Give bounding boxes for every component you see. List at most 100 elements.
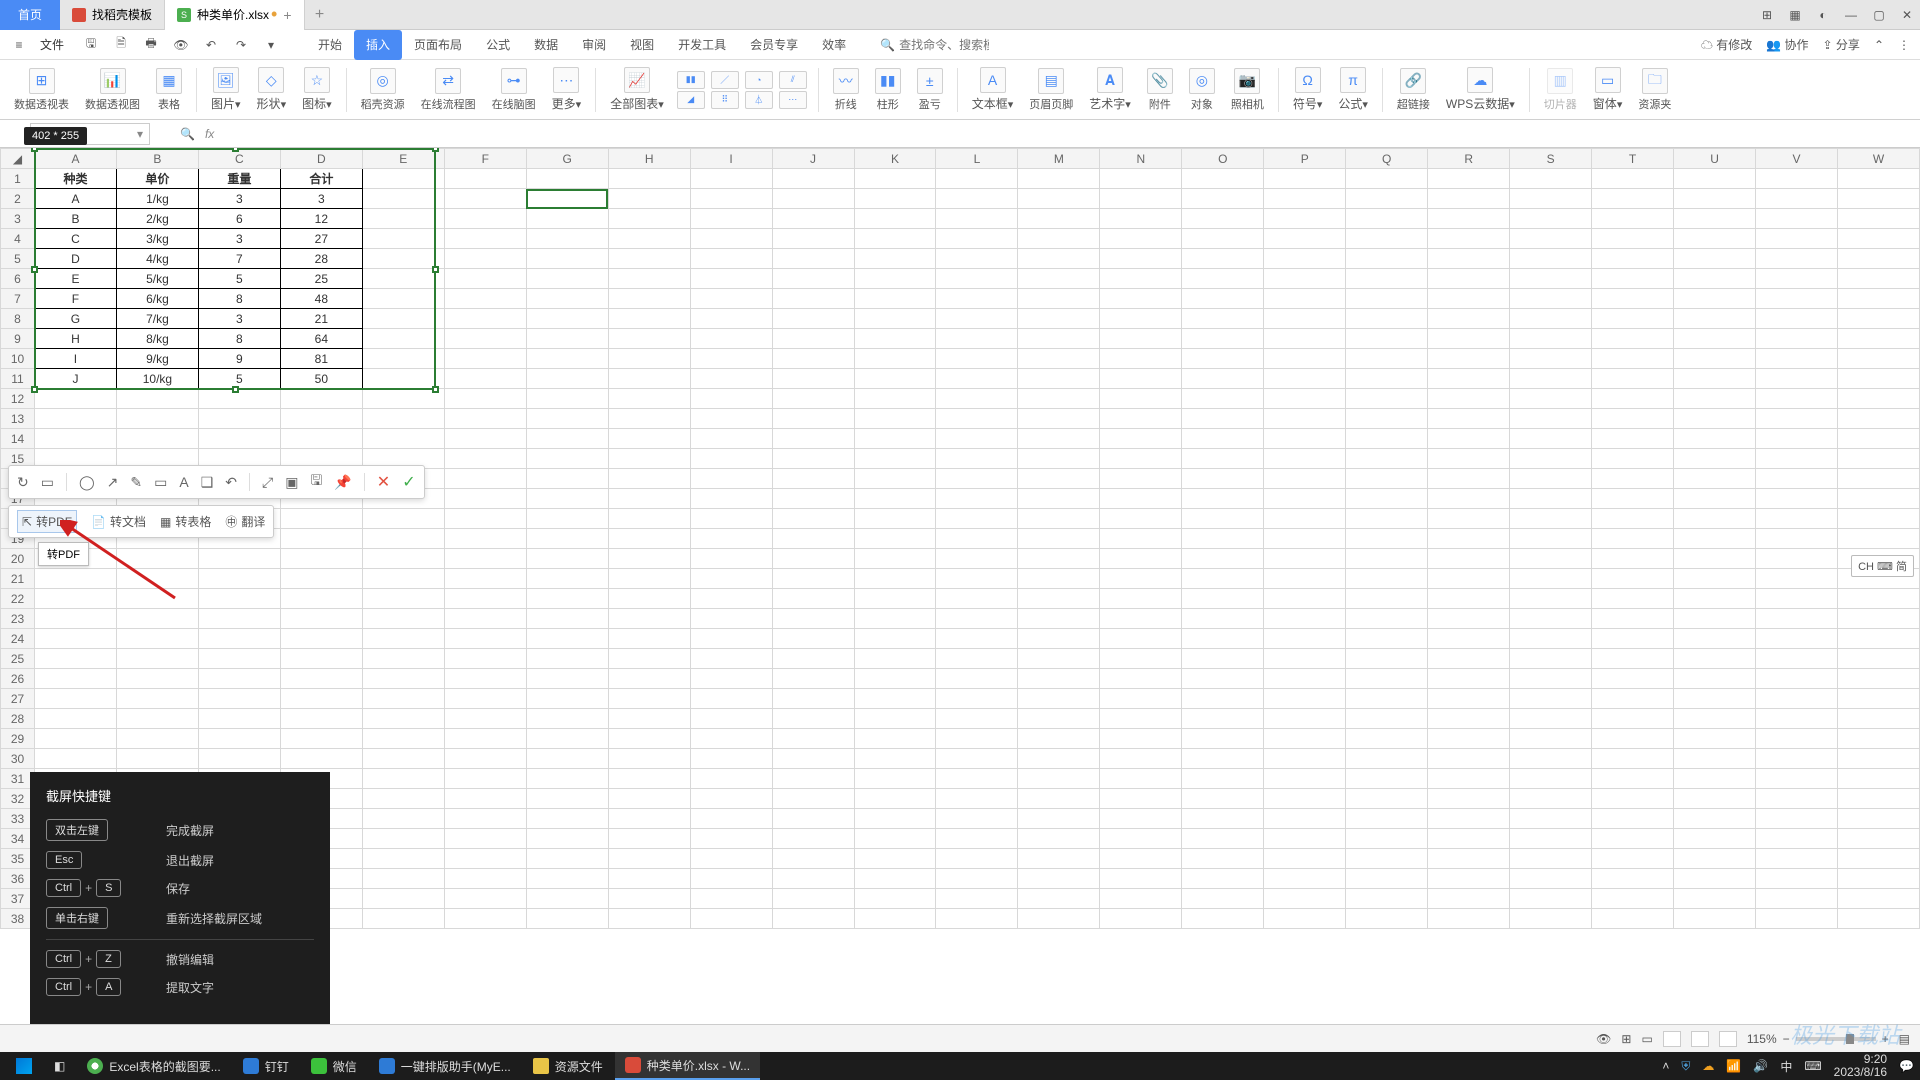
cell-H37[interactable] xyxy=(608,889,690,909)
cell-I8[interactable] xyxy=(690,309,772,329)
col-header-V[interactable]: V xyxy=(1756,149,1838,169)
col-header-P[interactable]: P xyxy=(1264,149,1346,169)
cell-N36[interactable] xyxy=(1100,869,1182,889)
cell-L26[interactable] xyxy=(936,669,1018,689)
cell-O7[interactable] xyxy=(1182,289,1264,309)
cell-A6[interactable]: E xyxy=(34,269,116,289)
cell-K2[interactable] xyxy=(854,189,936,209)
cell-J26[interactable] xyxy=(772,669,854,689)
cell-V35[interactable] xyxy=(1756,849,1838,869)
shot-text-icon[interactable]: A xyxy=(179,474,188,490)
cell-C26[interactable] xyxy=(198,669,280,689)
rg-textbox[interactable]: A文本框▾ xyxy=(966,67,1020,112)
cell-O24[interactable] xyxy=(1182,629,1264,649)
rg-icons[interactable]: ☆图标▾ xyxy=(296,67,338,112)
cell-V27[interactable] xyxy=(1756,689,1838,709)
cell-T12[interactable] xyxy=(1592,389,1674,409)
cell-K37[interactable] xyxy=(854,889,936,909)
view-break-icon[interactable] xyxy=(1719,1031,1737,1047)
cell-F33[interactable] xyxy=(444,809,526,829)
cell-P36[interactable] xyxy=(1264,869,1346,889)
row-header-26[interactable]: 26 xyxy=(1,669,35,689)
cell-R31[interactable] xyxy=(1428,769,1510,789)
cell-C14[interactable] xyxy=(198,429,280,449)
cell-R8[interactable] xyxy=(1428,309,1510,329)
cell-H34[interactable] xyxy=(608,829,690,849)
cell-R3[interactable] xyxy=(1428,209,1510,229)
cell-V4[interactable] xyxy=(1756,229,1838,249)
cell-K26[interactable] xyxy=(854,669,936,689)
cell-B27[interactable] xyxy=(116,689,198,709)
cell-I12[interactable] xyxy=(690,389,772,409)
cell-U29[interactable] xyxy=(1674,729,1756,749)
cell-J13[interactable] xyxy=(772,409,854,429)
cell-S28[interactable] xyxy=(1510,709,1592,729)
cell-P38[interactable] xyxy=(1264,909,1346,929)
cell-P37[interactable] xyxy=(1264,889,1346,909)
cell-S11[interactable] xyxy=(1510,369,1592,389)
view-page-icon[interactable] xyxy=(1691,1031,1709,1047)
cell-L8[interactable] xyxy=(936,309,1018,329)
cell-G35[interactable] xyxy=(526,849,608,869)
cell-T9[interactable] xyxy=(1592,329,1674,349)
cell-Q24[interactable] xyxy=(1346,629,1428,649)
cell-O16[interactable] xyxy=(1182,469,1264,489)
cell-D19[interactable] xyxy=(280,529,362,549)
cell-S31[interactable] xyxy=(1510,769,1592,789)
cell-T35[interactable] xyxy=(1592,849,1674,869)
cell-E14[interactable] xyxy=(362,429,444,449)
cell-I26[interactable] xyxy=(690,669,772,689)
cell-U21[interactable] xyxy=(1674,569,1756,589)
cell-E27[interactable] xyxy=(362,689,444,709)
eye-icon[interactable]: 👁 xyxy=(1596,1032,1611,1046)
cell-L12[interactable] xyxy=(936,389,1018,409)
row-header-5[interactable]: 5 xyxy=(1,249,35,269)
cell-G33[interactable] xyxy=(526,809,608,829)
cell-O18[interactable] xyxy=(1182,509,1264,529)
cell-P25[interactable] xyxy=(1264,649,1346,669)
cell-A26[interactable] xyxy=(34,669,116,689)
cell-R16[interactable] xyxy=(1428,469,1510,489)
cell-J6[interactable] xyxy=(772,269,854,289)
tab-close-icon[interactable]: + xyxy=(283,7,291,23)
formula-input[interactable] xyxy=(222,127,1920,141)
cell-R21[interactable] xyxy=(1428,569,1510,589)
cell-H9[interactable] xyxy=(608,329,690,349)
cell-K3[interactable] xyxy=(854,209,936,229)
cell-R15[interactable] xyxy=(1428,449,1510,469)
sel-handle-b[interactable] xyxy=(232,386,239,393)
cell-G14[interactable] xyxy=(526,429,608,449)
cell-V22[interactable] xyxy=(1756,589,1838,609)
cell-O32[interactable] xyxy=(1182,789,1264,809)
cell-G29[interactable] xyxy=(526,729,608,749)
cell-P20[interactable] xyxy=(1264,549,1346,569)
cell-T6[interactable] xyxy=(1592,269,1674,289)
cell-Q6[interactable] xyxy=(1346,269,1428,289)
cell-N34[interactable] xyxy=(1100,829,1182,849)
cell-A30[interactable] xyxy=(34,749,116,769)
cell-J23[interactable] xyxy=(772,609,854,629)
cell-K10[interactable] xyxy=(854,349,936,369)
ribtab-pagelayout[interactable]: 页面布局 xyxy=(402,30,474,60)
cell-C20[interactable] xyxy=(198,549,280,569)
cell-F18[interactable] xyxy=(444,509,526,529)
cell-S20[interactable] xyxy=(1510,549,1592,569)
cell-U24[interactable] xyxy=(1674,629,1756,649)
col-header-F[interactable]: F xyxy=(444,149,526,169)
cell-L18[interactable] xyxy=(936,509,1018,529)
cell-U18[interactable] xyxy=(1674,509,1756,529)
rg-clouddata[interactable]: ☁WPS云数据▾ xyxy=(1440,67,1521,112)
cell-V19[interactable] xyxy=(1756,529,1838,549)
cell-F5[interactable] xyxy=(444,249,526,269)
col-header-H[interactable]: H xyxy=(608,149,690,169)
cell-L32[interactable] xyxy=(936,789,1018,809)
cell-K25[interactable] xyxy=(854,649,936,669)
cell-M25[interactable] xyxy=(1018,649,1100,669)
cell-D11[interactable]: 50 xyxy=(280,369,362,389)
cell-K16[interactable] xyxy=(854,469,936,489)
cell-E35[interactable] xyxy=(362,849,444,869)
cell-F32[interactable] xyxy=(444,789,526,809)
cell-K28[interactable] xyxy=(854,709,936,729)
cell-W5[interactable] xyxy=(1837,249,1919,269)
cell-O5[interactable] xyxy=(1182,249,1264,269)
